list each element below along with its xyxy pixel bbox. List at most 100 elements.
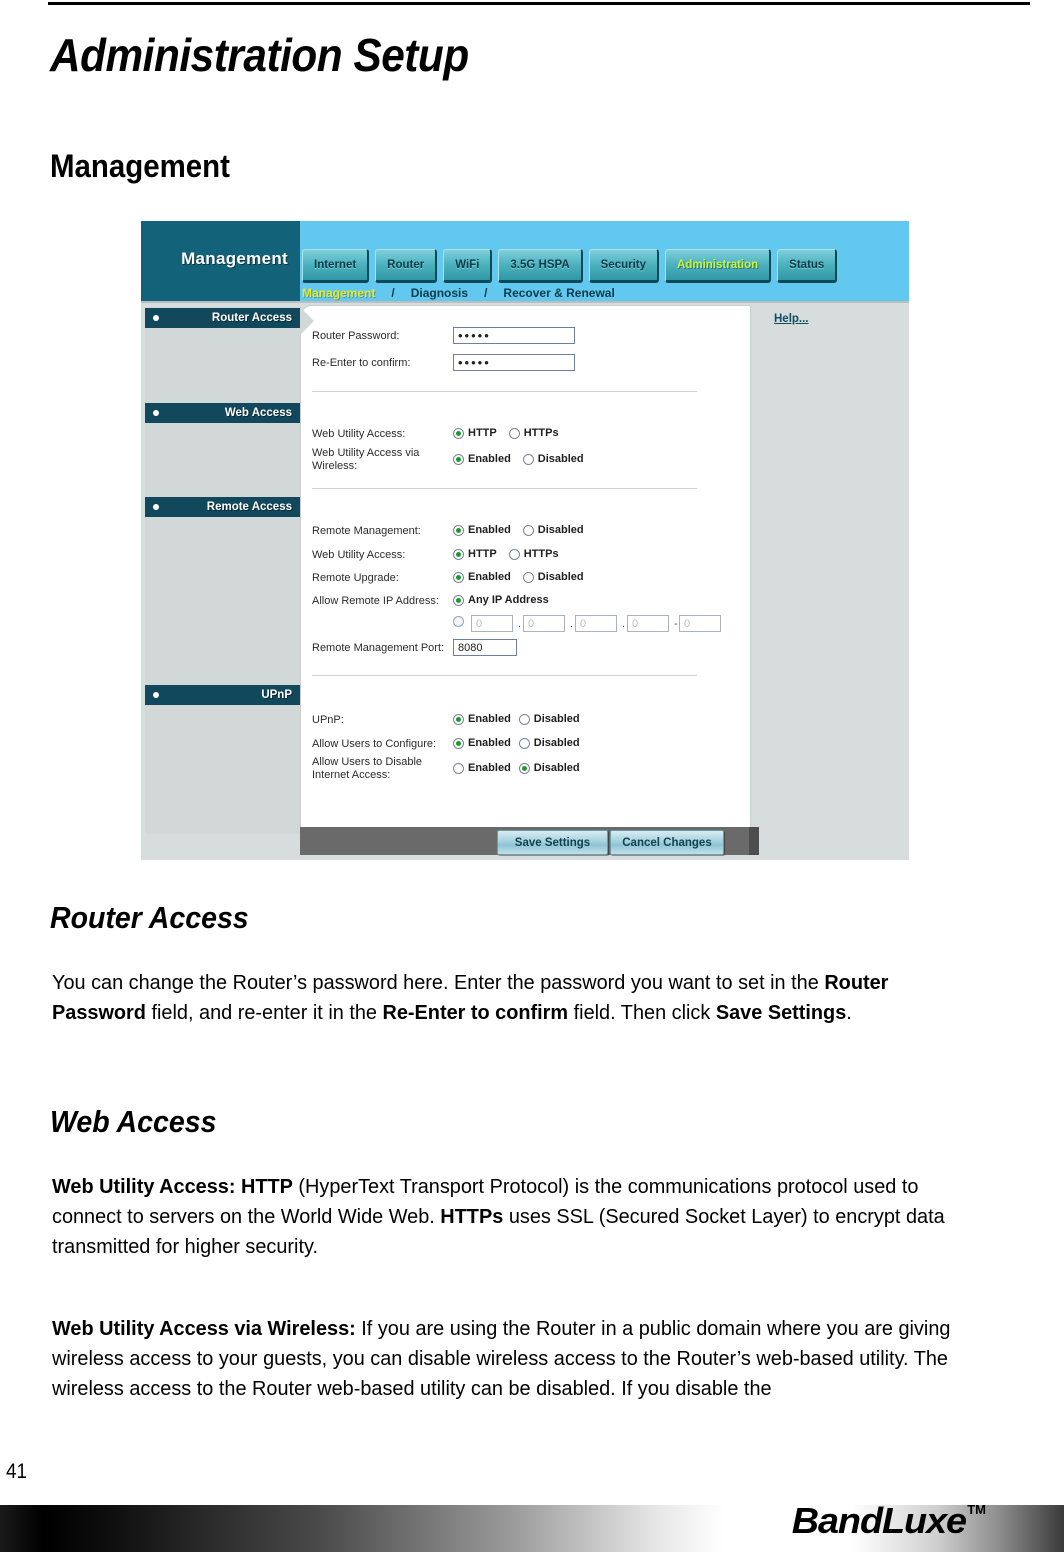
radio-wireless-enabled[interactable] [453,453,464,465]
radio-label-https: HTTPs [523,427,559,439]
sidebar-item-upnp[interactable]: UPnP [145,685,300,705]
radiogroup-upnp[interactable]: Enabled Disabled [453,713,588,725]
input-ip-octet-4[interactable]: 0 [627,615,669,632]
input-ip-octet-2[interactable]: 0 [523,615,565,632]
label-remote-management-port: Remote Management Port: [312,642,445,654]
input-remote-management-port[interactable]: 8080 [453,639,517,656]
ui-action-bar-shadow [749,827,759,855]
ui-sidebar: Router Access Web Access Remote Access U… [145,307,301,834]
radio-remote-mgmt-disabled[interactable] [522,524,534,536]
ip-separator-3: . [622,618,626,630]
sidebar-label-router-access: Router Access [211,312,292,324]
sidebar-item-web-access[interactable]: Web Access [145,403,300,423]
save-settings-button[interactable]: Save Settings [497,830,608,855]
paragraph-web-utility-access: Web Utility Access: HTTP (HyperText Tran… [52,1175,945,1258]
sidebar-label-upnp: UPnP [261,689,292,701]
page-title: Administration Setup [50,29,469,81]
tab-status[interactable]: Status [777,249,838,283]
paragraph-web-utility-wireless: Web Utility Access via Wireless: If you … [52,1317,951,1400]
bullet-icon [153,692,159,698]
sidebar-label-web-access: Web Access [224,407,292,419]
heading-router-access: Router Access [50,900,249,935]
radio-upgrade-disabled[interactable] [522,571,534,583]
input-ip-range-end[interactable]: 0 [679,615,721,632]
label-allow-remote-ip: Allow Remote IP Address: [312,595,439,607]
radio-remote-mgmt-enabled[interactable] [453,524,464,536]
label-reenter-confirm: Re-Enter to confirm: [312,357,411,369]
divider-3 [312,675,697,676]
tab-security[interactable]: Security [588,249,660,283]
divider-2 [312,488,697,489]
tab-internet[interactable]: Internet [302,249,370,283]
radio-label-any-ip: Any IP Address [468,594,549,606]
subnav-recover-renewal[interactable]: Recover & Renewal [503,286,614,300]
input-ip-octet-1[interactable]: 0 [471,615,513,632]
radiogroup-web-utility-access[interactable]: HTTP HTTPs [453,427,571,439]
label-allow-users-disable-internet: Allow Users to Disable Internet Access: [312,756,423,781]
radiogroup-allow-users-configure[interactable]: Enabled Disabled [453,737,588,749]
tab-wifi[interactable]: WiFi [443,249,493,283]
radio-label-remote-http: HTTP [468,548,497,560]
paragraph-router-access: You can change the Router’s password her… [52,971,889,1024]
radio-configure-disabled[interactable] [518,737,530,749]
subnav-separator-1: / [391,286,395,300]
radio-http[interactable] [453,427,464,439]
label-web-utility-access: Web Utility Access: [312,428,406,440]
radio-disable-internet-disabled[interactable] [518,762,530,774]
page-number: 41 [6,1460,28,1483]
radio-specific-ip[interactable] [453,616,464,627]
tab-3-5g-hspa[interactable]: 3.5G HSPA [498,249,583,283]
help-link[interactable]: Help... [774,313,809,325]
ip-range-dash: - [674,618,678,630]
tab-router[interactable]: Router [375,249,438,283]
radiogroup-allow-users-disable-internet[interactable]: Enabled Disabled [453,762,588,774]
radio-any-ip[interactable] [453,594,464,606]
bullet-icon [153,315,159,321]
label-remote-upgrade: Remote Upgrade: [312,572,399,584]
divider-1 [312,391,697,392]
input-ip-octet-3[interactable]: 0 [575,615,617,632]
radio-label-upnp-disabled: Disabled [533,713,580,725]
sidebar-item-router-access[interactable]: Router Access [145,308,300,328]
ui-brand-label: Management [181,249,288,268]
label-upnp: UPnP: [312,714,344,726]
radio-https[interactable] [508,427,520,439]
ip-separator-2: . [570,618,574,630]
radio-remote-https[interactable] [508,548,520,560]
radio-configure-enabled[interactable] [453,737,464,749]
radio-upnp-enabled[interactable] [453,713,464,725]
subnav-diagnosis[interactable]: Diagnosis [411,286,468,300]
radio-remote-http[interactable] [453,548,464,560]
label-remote-management: Remote Management: [312,525,421,537]
ui-main-panel: Router Password: ••••• Re-Enter to confi… [300,305,751,829]
radiogroup-web-utility-wireless[interactable]: Enabled Disabled [453,453,596,465]
radiogroup-remote-management[interactable]: Enabled Disabled [453,524,596,536]
sidebar-item-remote-access[interactable]: Remote Access [145,497,300,517]
radiogroup-remote-upgrade[interactable]: Enabled Disabled [453,571,596,583]
router-web-ui-screenshot: Management Internet Router WiFi 3.5G HSP… [141,221,909,860]
radio-upnp-disabled[interactable] [518,713,530,725]
subnav-management[interactable]: Management [302,286,375,300]
input-reenter-confirm[interactable]: ••••• [453,354,575,371]
input-router-password[interactable]: ••••• [453,327,575,344]
ui-subnav: Management / Diagnosis / Recover & Renew… [302,285,615,301]
radio-label-wireless-disabled: Disabled [537,453,584,465]
tab-administration[interactable]: Administration [665,249,772,283]
radio-disable-internet-enabled[interactable] [453,762,464,774]
radio-label-disable-internet-disabled: Disabled [533,762,580,774]
radio-upgrade-enabled[interactable] [453,571,464,583]
sidebar-label-remote-access: Remote Access [206,501,292,513]
radio-wireless-disabled[interactable] [522,453,534,465]
label-web-utility-wireless: Web Utility Access via Wireless: [312,447,420,472]
ip-range-row[interactable] [453,616,464,627]
radio-label-disable-internet-enabled: Enabled [468,762,511,774]
radiogroup-remote-web-utility[interactable]: HTTP HTTPs [453,548,571,560]
radiogroup-any-ip[interactable]: Any IP Address [453,594,561,606]
radio-label-upgrade-enabled: Enabled [468,571,511,583]
radio-label-http: HTTP [468,427,497,439]
radio-label-upgrade-disabled: Disabled [537,571,584,583]
radio-label-upnp-enabled: Enabled [468,713,511,725]
cancel-changes-button[interactable]: Cancel Changes [610,830,724,855]
label-allow-users-configure: Allow Users to Configure: [312,738,437,750]
ui-body: Router Access Web Access Remote Access U… [141,301,909,860]
